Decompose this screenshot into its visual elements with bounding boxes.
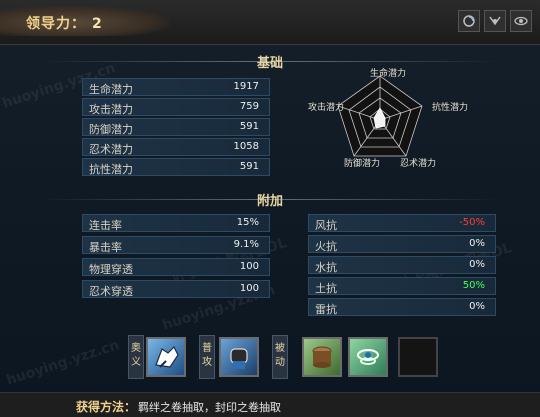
resist-value: 0% — [469, 259, 485, 270]
stat-label: 攻击潜力 — [89, 103, 133, 116]
leadership-label: 领导力： 2 — [26, 16, 103, 32]
stat-value: 759 — [239, 101, 259, 112]
top-bar: 领导力： 2 — [0, 0, 540, 45]
stat-label: 忍术潜力 — [89, 143, 133, 156]
stat-value: 591 — [239, 121, 259, 132]
resist-value: -50% — [459, 217, 485, 228]
passive-tag: 被动 — [272, 335, 288, 379]
resist-row: 风抗 -50% — [308, 214, 496, 232]
extra-label: 连击率 — [89, 219, 122, 232]
acquire-method-text: 羁绊之卷抽取，封印之卷抽取 — [138, 401, 281, 414]
stat-value: 591 — [239, 161, 259, 172]
resist-label: 风抗 — [315, 219, 337, 232]
extra-value: 9.1% — [233, 239, 259, 250]
wood-stump-icon[interactable] — [302, 337, 342, 377]
stat-value: 1058 — [233, 141, 259, 152]
resist-row: 火抗 0% — [308, 235, 496, 253]
swirl-icon[interactable] — [458, 10, 480, 32]
acquire-method-bar: 获得方法： 羁绊之卷抽取，封印之卷抽取 — [0, 392, 540, 417]
resist-value: 0% — [469, 301, 485, 312]
resist-value: 50% — [462, 280, 485, 291]
radar-label-ninjutsu: 忍术潜力 — [400, 159, 437, 169]
stat-label: 抗性潜力 — [89, 163, 133, 176]
ninja-attributes-panel: 叶子猪火影忍者OL huoying.yzz.cn 叶子猪火影忍者OL huoyi… — [0, 0, 540, 417]
extra-row: 连击率 15% — [82, 214, 270, 232]
stat-label: 生命潜力 — [89, 83, 133, 96]
leadership-value: 2 — [92, 16, 103, 32]
extra-value: 100 — [239, 261, 259, 272]
radar-label-hp: 生命潜力 — [370, 69, 407, 79]
extra-label: 忍术穿透 — [89, 285, 133, 298]
extra-label: 暴击率 — [89, 241, 122, 254]
acquire-method-label: 获得方法： — [76, 400, 137, 414]
stat-row: 忍术潜力 1058 — [82, 138, 270, 156]
eye-icon[interactable] — [510, 10, 532, 32]
extra-label: 物理穿透 — [89, 263, 133, 276]
radar-label-defense: 防御潜力 — [344, 159, 381, 169]
resist-label: 土抗 — [315, 282, 337, 295]
radar-label-resist: 抗性潜力 — [432, 103, 469, 113]
watermark: huoying.yzz.cn — [4, 337, 122, 389]
normal-attack-tag: 普攻 — [199, 335, 215, 379]
resist-value: 0% — [469, 238, 485, 249]
resist-label: 火抗 — [315, 240, 337, 253]
stat-label: 防御潜力 — [89, 123, 133, 136]
resist-row: 雷抗 0% — [308, 298, 496, 316]
empty-skill-slot[interactable] — [398, 337, 438, 377]
resist-label: 雷抗 — [315, 303, 337, 316]
stat-row: 抗性潜力 591 — [82, 158, 270, 176]
ninja-hand-seal-icon[interactable] — [146, 337, 186, 377]
resist-row: 土抗 50% — [308, 277, 496, 295]
radar-label-attack: 攻击潜力 — [308, 103, 345, 113]
stat-row: 生命潜力 1917 — [82, 78, 270, 96]
extra-value: 15% — [236, 217, 259, 228]
fist-icon[interactable] — [219, 337, 259, 377]
potential-radar: 生命潜力 攻击潜力 抗性潜力 防御潜力 忍术潜力 — [300, 62, 468, 172]
resist-label: 水抗 — [315, 261, 337, 274]
extra-value: 100 — [239, 283, 259, 294]
stat-row: 攻击潜力 759 — [82, 98, 270, 116]
extra-row: 物理穿透 100 — [82, 258, 270, 276]
wind-spiral-icon[interactable] — [348, 337, 388, 377]
extra-row: 忍术穿透 100 — [82, 280, 270, 298]
mask-icon[interactable] — [484, 10, 506, 32]
ougi-tag: 奥义 — [128, 335, 144, 379]
extra-row: 暴击率 9.1% — [82, 236, 270, 254]
stat-value: 1917 — [233, 81, 259, 92]
resist-row: 水抗 0% — [308, 256, 496, 274]
extra-section-header: 附加 — [0, 188, 540, 210]
stat-row: 防御潜力 591 — [82, 118, 270, 136]
extra-section-title: 附加 — [256, 194, 283, 209]
